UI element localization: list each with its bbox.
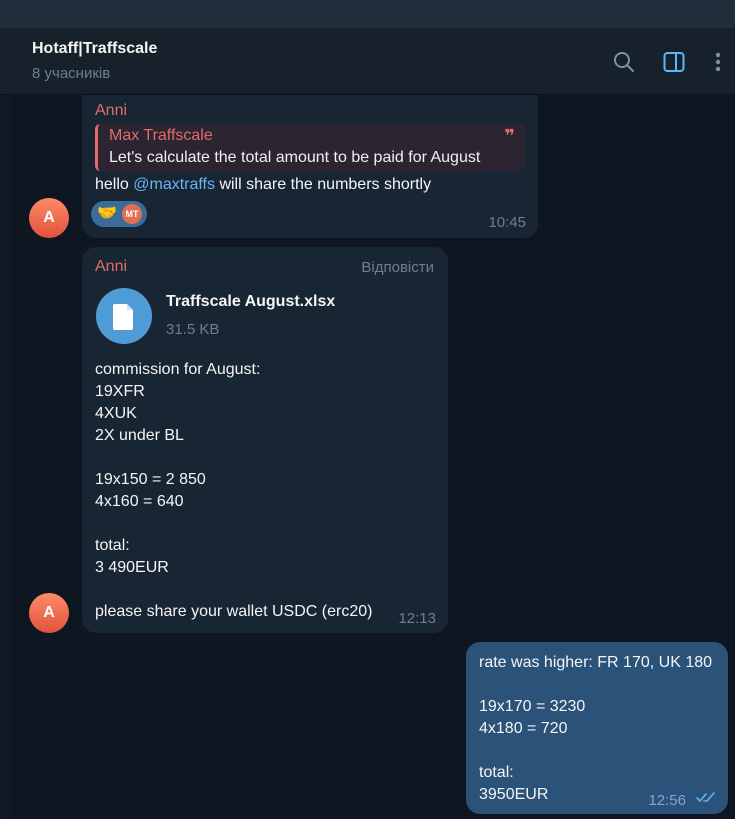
more-vertical-icon[interactable]: [706, 50, 730, 74]
message-time: 12:13: [398, 610, 436, 627]
sender-name[interactable]: Anni: [95, 258, 127, 276]
message-text: rate was higher: FR 170, UK 180 19x170 =…: [479, 654, 713, 803]
outgoing-message-bubble[interactable]: rate was higher: FR 170, UK 180 19x170 =…: [466, 642, 728, 814]
avatar[interactable]: A: [29, 593, 69, 633]
file-icon[interactable]: [96, 288, 152, 344]
chat-list-edge: [0, 95, 12, 819]
reaction-user-avatar: MT: [122, 204, 142, 224]
search-icon[interactable]: [612, 50, 636, 74]
message-time: 10:45: [488, 214, 526, 231]
message-bubble[interactable]: Anni Max Traffscale Let's calculate the …: [82, 95, 538, 238]
mention-link[interactable]: @maxtraffs: [133, 176, 215, 193]
message-text-part: will share the numbers shortly: [215, 176, 432, 193]
message-text: hello @maxtraffs will share the numbers …: [95, 174, 431, 196]
quote-text: Let's calculate the total amount to be p…: [109, 149, 481, 166]
message-text: commission for August: 19XFR 4XUK 2X und…: [95, 361, 373, 620]
avatar[interactable]: A: [29, 198, 69, 238]
read-checkmarks-icon: [696, 792, 715, 802]
reply-quote[interactable]: Max Traffscale Let's calculate the total…: [95, 124, 525, 171]
message-time: 12:56: [648, 792, 686, 809]
quote-icon: ❞: [504, 126, 515, 146]
message-bubble[interactable]: Anni Відповісти Traffscale August.xlsx 3…: [82, 247, 448, 633]
file-size: 31.5 KB: [166, 321, 220, 338]
quote-sender: Max Traffscale: [109, 127, 213, 144]
reaction-badge[interactable]: 🤝 MT: [91, 201, 147, 227]
message-text-part: hello: [95, 176, 134, 193]
handshake-icon: 🤝: [97, 205, 117, 222]
reply-button[interactable]: Відповісти: [361, 259, 434, 276]
window-top-bar: [0, 0, 735, 28]
sender-name[interactable]: Anni: [95, 102, 127, 120]
file-name[interactable]: Traffscale August.xlsx: [166, 293, 335, 311]
members-count[interactable]: 8 учасників: [32, 65, 110, 82]
chat-title[interactable]: Hotaff|Traffscale: [32, 40, 157, 58]
chat-header[interactable]: Hotaff|Traffscale 8 учасників: [0, 28, 735, 95]
sidebar-toggle-icon[interactable]: [662, 50, 686, 74]
